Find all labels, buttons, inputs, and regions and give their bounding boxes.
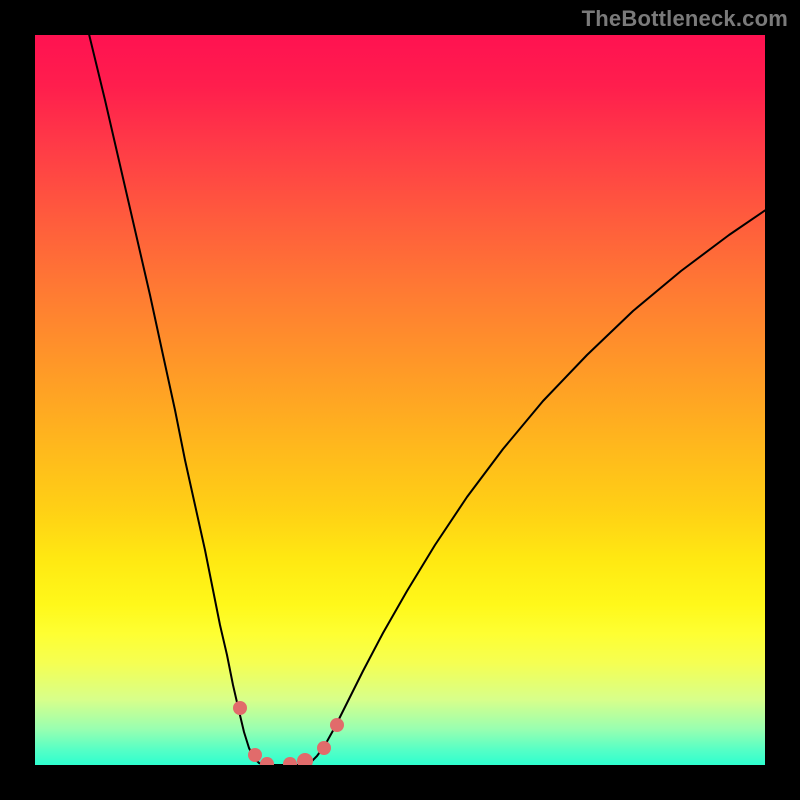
marker-right-1 <box>297 753 313 765</box>
marker-left-1 <box>233 701 247 715</box>
marker-group <box>233 701 344 765</box>
chart-frame: TheBottleneck.com <box>0 0 800 800</box>
curve-left-branch <box>88 35 265 765</box>
watermark-text: TheBottleneck.com <box>582 6 788 32</box>
marker-right-3 <box>330 718 344 732</box>
marker-right-2 <box>317 741 331 755</box>
marker-mid <box>283 757 297 765</box>
curve-layer <box>35 35 765 765</box>
series-group <box>88 35 765 765</box>
marker-left-2 <box>248 748 262 762</box>
marker-left-3 <box>260 757 274 765</box>
plot-area <box>35 35 765 765</box>
curve-right-branch <box>305 207 765 765</box>
